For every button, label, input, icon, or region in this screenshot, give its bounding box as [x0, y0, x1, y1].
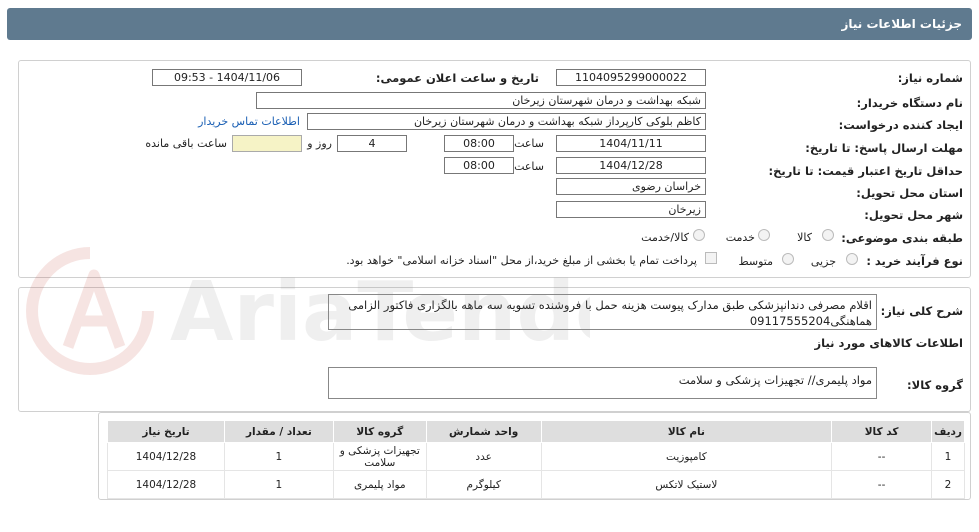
- city-field: زیرخان: [556, 201, 706, 218]
- requester-field: کاظم بلوکی کارپرداز شبکه بهداشت و درمان …: [307, 113, 706, 130]
- item-group-cell: مواد پلیمری: [332, 470, 427, 499]
- buyer-org-field: شبکه بهداشت و درمان شهرستان زیرخان: [256, 92, 706, 109]
- buyer-contact-link[interactable]: اطلاعات تماس خریدار: [198, 115, 300, 128]
- item-code-cell: --: [831, 470, 933, 499]
- process-label: نوع فرآیند خرید :: [866, 254, 963, 268]
- row-number-cell: 2: [931, 470, 965, 499]
- table-row[interactable]: 1 -- کامپوزیت عدد تجهیزات پزشکی و سلامت …: [107, 442, 965, 471]
- unit-cell: کیلوگرم: [425, 470, 542, 499]
- category-radio-goods[interactable]: [822, 229, 834, 241]
- validity-date-field: 1404/12/28: [556, 157, 706, 174]
- description-textarea[interactable]: اقلام مصرفی دندانپزشکی طبق مدارک پیوست ه…: [328, 294, 877, 330]
- province-label: استان محل تحویل:: [856, 186, 963, 200]
- validity-time-field: 08:00: [444, 157, 514, 174]
- page-title-bar: جزئیات اطلاعات نیاز: [7, 8, 972, 40]
- province-field: خراسان رضوی: [556, 178, 706, 195]
- items-table: ردیف کد کالا نام کالا واحد شمارش گروه کا…: [107, 420, 965, 499]
- col-header-item-code: کد کالا: [831, 420, 933, 443]
- col-header-unit: واحد شمارش: [425, 420, 542, 443]
- buyer-org-label: نام دستگاه خریدار:: [856, 96, 963, 110]
- hours-remaining-label: ساعت باقی مانده: [145, 137, 227, 150]
- treasury-payment-checkbox[interactable]: [705, 252, 717, 264]
- city-label: شهر محل تحویل:: [864, 208, 963, 222]
- reply-date-field: 1404/11/11: [556, 135, 706, 152]
- category-radio-goods-service[interactable]: [693, 229, 705, 241]
- hours-remaining-field: [232, 135, 302, 152]
- process-radio-medium[interactable]: [782, 253, 794, 265]
- col-header-item-name: نام کالا: [540, 420, 833, 443]
- col-header-quantity: تعداد / مقدار: [223, 420, 334, 443]
- category-label: طبقه بندی موضوعی:: [841, 231, 963, 245]
- category-option-service: خدمت: [725, 231, 755, 244]
- need-date-cell: 1404/12/28: [107, 470, 225, 499]
- requester-label: ایجاد کننده درخواست:: [838, 118, 963, 132]
- page-title: جزئیات اطلاعات نیاز: [841, 17, 962, 31]
- category-option-goods-service: کالا/خدمت: [641, 231, 689, 244]
- need-number-field: 1104095299000022: [556, 69, 706, 86]
- days-remaining-field: 4: [337, 135, 407, 152]
- announce-label: تاریخ و ساعت اعلان عمومی:: [375, 71, 539, 85]
- reply-deadline-label: مهلت ارسال پاسخ: تا تاریخ:: [805, 141, 963, 155]
- description-label: شرح کلی نیاز:: [880, 304, 963, 318]
- items-table-header: ردیف کد کالا نام کالا واحد شمارش گروه کا…: [107, 420, 965, 443]
- col-header-need-date: تاریخ نیاز: [107, 420, 225, 443]
- category-radio-service[interactable]: [758, 229, 770, 241]
- item-name-cell: لاستیک لاتکس: [540, 470, 833, 499]
- item-name-cell: کامپوزیت: [540, 442, 833, 471]
- validity-label: حداقل تاریخ اعتبار قیمت: تا تاریخ:: [768, 164, 963, 178]
- need-number-label: شماره نیاز:: [897, 71, 963, 85]
- announce-field: 1404/11/06 - 09:53: [152, 69, 302, 86]
- process-option-medium: متوسط: [738, 255, 773, 268]
- reply-time-label: ساعت: [514, 137, 544, 150]
- process-radio-partial[interactable]: [846, 253, 858, 265]
- treasury-payment-note: پرداخت تمام یا بخشی از مبلغ خرید،از محل …: [346, 254, 697, 267]
- process-option-partial: جزیی: [810, 255, 836, 268]
- goods-group-label: گروه کالا:: [907, 378, 963, 392]
- item-group-cell: تجهیزات پزشکی و سلامت: [332, 442, 427, 471]
- table-row[interactable]: 2 -- لاستیک لاتکس کیلوگرم مواد پلیمری 1 …: [107, 470, 965, 499]
- goods-section-title: اطلاعات کالاهای مورد نیاز: [814, 336, 963, 350]
- col-header-item-group: گروه کالا: [332, 420, 427, 443]
- category-option-goods: کالا: [797, 231, 812, 244]
- quantity-cell: 1: [223, 442, 334, 471]
- item-code-cell: --: [831, 442, 933, 471]
- row-number-cell: 1: [931, 442, 965, 471]
- col-header-row-number: ردیف: [931, 420, 965, 443]
- validity-time-label: ساعت: [514, 160, 544, 173]
- unit-cell: عدد: [425, 442, 542, 471]
- need-date-cell: 1404/12/28: [107, 442, 225, 471]
- goods-group-textarea[interactable]: مواد پلیمری// تجهیزات پزشکی و سلامت: [328, 367, 877, 399]
- quantity-cell: 1: [223, 470, 334, 499]
- reply-time-field: 08:00: [444, 135, 514, 152]
- days-label: روز و: [307, 137, 332, 150]
